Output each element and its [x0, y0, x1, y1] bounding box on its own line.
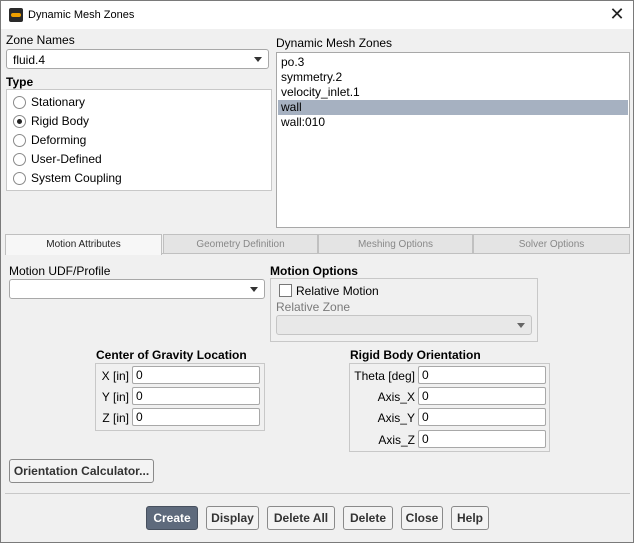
dynamic-mesh-zones-label: Dynamic Mesh Zones — [276, 36, 393, 50]
list-item[interactable]: wall:010 — [278, 115, 628, 130]
type-label: Type — [6, 75, 34, 89]
list-item-selected[interactable]: wall — [278, 100, 628, 115]
tab-meshing-options[interactable]: Meshing Options — [318, 234, 473, 254]
close-window-icon[interactable]: ✕ — [606, 5, 628, 25]
zone-names-dropdown[interactable]: fluid.4 — [6, 49, 269, 69]
title-bar: Dynamic Mesh Zones ✕ — [1, 1, 633, 29]
dynamic-mesh-zones-list[interactable]: po.3 symmetry.2 velocity_inlet.1 wall wa… — [276, 52, 630, 228]
theta-label: Theta [deg] — [354, 369, 415, 383]
radio-button[interactable] — [13, 153, 26, 166]
radio-button-selected[interactable] — [13, 115, 26, 128]
list-item[interactable]: po.3 — [278, 55, 628, 70]
app-logo-icon — [9, 8, 23, 22]
radio-button[interactable] — [13, 172, 26, 185]
type-option-label: User-Defined — [31, 152, 102, 166]
cog-label: Center of Gravity Location — [96, 348, 247, 362]
create-button[interactable]: Create — [146, 506, 198, 530]
cog-z-input[interactable]: 0 — [132, 408, 260, 426]
cog-x-label: X [in] — [101, 369, 129, 383]
axis-y-input[interactable]: 0 — [418, 408, 546, 426]
type-option-label: Deforming — [31, 133, 87, 147]
cog-x-input[interactable]: 0 — [132, 366, 260, 384]
relative-zone-dropdown[interactable] — [276, 315, 532, 335]
type-radio-group: Stationary Rigid Body Deforming User-Def… — [6, 89, 272, 191]
theta-input[interactable]: 0 — [418, 366, 546, 384]
axis-z-label: Axis_Z — [378, 433, 415, 447]
dynamic-mesh-zones-dialog: Dynamic Mesh Zones ✕ Zone Names fluid.4 … — [0, 0, 634, 543]
tab-solver-options[interactable]: Solver Options — [473, 234, 630, 254]
relative-motion-label: Relative Motion — [296, 284, 379, 298]
axis-y-label: Axis_Y — [377, 411, 415, 425]
radio-button[interactable] — [13, 134, 26, 147]
type-option-label: Rigid Body — [31, 114, 90, 128]
orientation-label: Rigid Body Orientation — [350, 348, 481, 362]
cog-z-label: Z [in] — [102, 411, 129, 425]
chevron-down-icon — [250, 287, 258, 292]
radio-button[interactable] — [13, 96, 26, 109]
divider — [5, 493, 630, 494]
tab-geometry-definition[interactable]: Geometry Definition — [163, 234, 318, 254]
cog-y-label: Y [in] — [101, 390, 129, 404]
relative-zone-label: Relative Zone — [276, 300, 351, 314]
zone-names-label: Zone Names — [6, 33, 75, 47]
close-button[interactable]: Close — [401, 506, 443, 530]
delete-all-button[interactable]: Delete All — [267, 506, 335, 530]
display-button[interactable]: Display — [206, 506, 259, 530]
list-item[interactable]: symmetry.2 — [278, 70, 628, 85]
relative-motion-checkbox[interactable] — [279, 284, 292, 297]
tab-motion-attributes[interactable]: Motion Attributes — [5, 234, 162, 255]
help-button[interactable]: Help — [451, 506, 489, 530]
orientation-calculator-button[interactable]: Orientation Calculator... — [9, 459, 154, 483]
axis-x-input[interactable]: 0 — [418, 387, 546, 405]
chevron-down-icon — [254, 57, 262, 62]
window-title: Dynamic Mesh Zones — [28, 9, 135, 21]
motion-options-label: Motion Options — [270, 264, 358, 278]
zone-names-value: fluid.4 — [13, 53, 46, 67]
type-option-label: System Coupling — [31, 171, 122, 185]
cog-y-input[interactable]: 0 — [132, 387, 260, 405]
type-option-label: Stationary — [31, 95, 86, 109]
motion-udf-dropdown[interactable] — [9, 279, 265, 299]
chevron-down-icon — [517, 323, 525, 328]
axis-z-input[interactable]: 0 — [418, 430, 546, 448]
axis-x-label: Axis_X — [377, 390, 415, 404]
list-item[interactable]: velocity_inlet.1 — [278, 85, 628, 100]
motion-udf-label: Motion UDF/Profile — [9, 264, 111, 278]
delete-button[interactable]: Delete — [343, 506, 393, 530]
tab-panel-border — [162, 253, 630, 254]
